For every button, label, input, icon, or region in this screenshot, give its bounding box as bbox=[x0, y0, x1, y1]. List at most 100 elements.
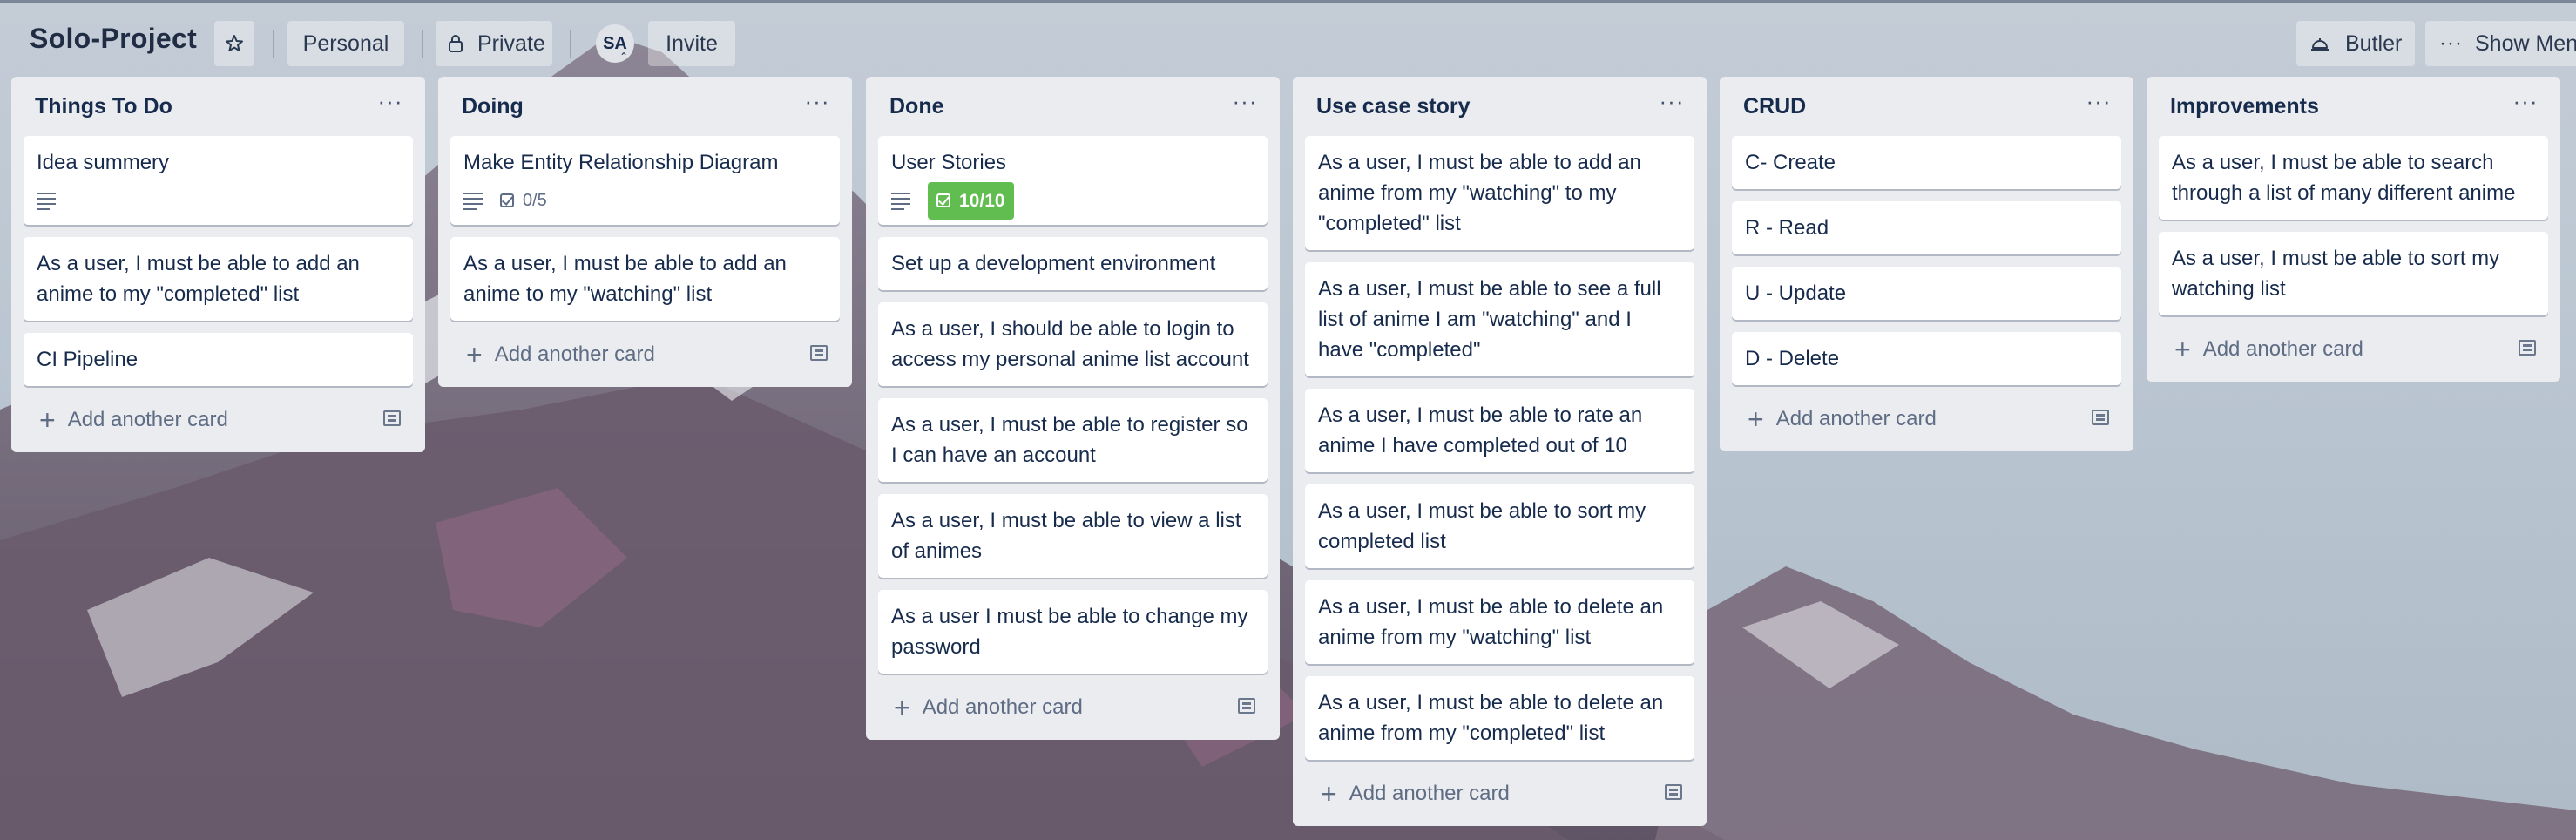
star-button[interactable] bbox=[214, 21, 254, 66]
card-template-icon[interactable] bbox=[1238, 698, 1255, 714]
card-title: As a user, I must be able to register so… bbox=[891, 413, 1248, 467]
list-menu-button[interactable]: ··· bbox=[2510, 90, 2541, 119]
card[interactable]: As a user, I must be able to add an anim… bbox=[24, 237, 413, 321]
list-menu-button[interactable]: ··· bbox=[1229, 88, 1261, 119]
card[interactable]: Set up a development environment bbox=[878, 237, 1268, 290]
list-menu-button[interactable]: ··· bbox=[801, 88, 833, 119]
card-badges bbox=[37, 183, 400, 218]
description-icon bbox=[891, 193, 910, 210]
list-done: Done ··· User Stories 10/10 Set up a dev… bbox=[866, 77, 1280, 740]
card[interactable]: As a user, I must be able to sort my wat… bbox=[2159, 232, 2548, 315]
card[interactable]: R - Read bbox=[1732, 201, 2121, 254]
card[interactable]: Idea summery bbox=[24, 136, 413, 225]
admin-badge-icon: ⌃ bbox=[619, 51, 629, 63]
card[interactable]: Make Entity Relationship Diagram 0/5 bbox=[450, 136, 840, 225]
add-card-button[interactable]: + Add another card bbox=[878, 686, 1268, 729]
show-menu-button[interactable]: ··· Show Menu bbox=[2425, 21, 2576, 66]
card[interactable]: As a user, I must be able to search thro… bbox=[2159, 136, 2548, 220]
card-title: User Stories bbox=[891, 151, 1007, 174]
header-divider bbox=[273, 30, 274, 58]
more-horizontal-icon: ··· bbox=[1232, 88, 1258, 114]
checklist-badge: 0/5 bbox=[500, 186, 547, 216]
card[interactable]: As a user, I must be able to delete an a… bbox=[1305, 676, 1694, 760]
card-title: As a user, I must be able to add an anim… bbox=[1318, 151, 1641, 235]
add-card-button[interactable]: + Add another card bbox=[450, 333, 840, 376]
card[interactable]: As a user, I must be able to add an anim… bbox=[450, 237, 840, 321]
add-card-label: Add another card bbox=[1349, 782, 1510, 805]
plus-icon: + bbox=[39, 404, 56, 436]
plus-icon: + bbox=[466, 339, 483, 370]
card-title: R - Read bbox=[1745, 216, 1829, 240]
workspace-button[interactable]: Personal bbox=[287, 21, 404, 66]
card[interactable]: As a user, I must be able to register so… bbox=[878, 398, 1268, 482]
add-card-button[interactable]: + Add another card bbox=[1732, 397, 2121, 441]
card-template-icon[interactable] bbox=[1665, 784, 1682, 800]
board-header: Solo-Project Personal Private SA ⌃ Invit… bbox=[0, 0, 2576, 77]
description-icon bbox=[37, 193, 56, 210]
card-template-icon[interactable] bbox=[2092, 410, 2109, 425]
checklist-count: 0/5 bbox=[523, 190, 547, 210]
checklist-icon bbox=[500, 193, 514, 207]
add-card-button[interactable]: + Add another card bbox=[24, 398, 413, 442]
card-title: As a user, I must be able to add an anim… bbox=[463, 252, 787, 306]
card-title: Make Entity Relationship Diagram bbox=[463, 151, 779, 174]
butler-button[interactable]: Butler bbox=[2296, 21, 2415, 66]
add-card-label: Add another card bbox=[494, 342, 655, 366]
card[interactable]: As a user, I must be able to delete an a… bbox=[1305, 580, 1694, 664]
plus-icon: + bbox=[1321, 778, 1337, 810]
board-title[interactable]: Solo-Project bbox=[30, 23, 197, 55]
list-title[interactable]: CRUD bbox=[1743, 94, 1806, 119]
visibility-label: Private bbox=[477, 30, 545, 56]
visibility-button[interactable]: Private bbox=[436, 21, 552, 66]
more-horizontal-icon: ··· bbox=[804, 88, 830, 114]
list-title[interactable]: Done bbox=[889, 94, 944, 119]
card-template-icon[interactable] bbox=[2519, 340, 2536, 356]
card-title: As a user, I must be able to view a list… bbox=[891, 509, 1241, 563]
checklist-badge-complete: 10/10 bbox=[928, 181, 1014, 220]
list-title[interactable]: Things To Do bbox=[35, 94, 172, 119]
card[interactable]: As a user, I must be able to see a full … bbox=[1305, 262, 1694, 376]
list-title[interactable]: Improvements bbox=[2170, 94, 2319, 119]
header-divider bbox=[422, 30, 423, 58]
card-template-icon[interactable] bbox=[383, 410, 401, 426]
list-things-to-do: Things To Do ··· Idea summery As a user,… bbox=[11, 77, 425, 452]
card-title: As a user, I must be able to rate an ani… bbox=[1318, 403, 1643, 457]
invite-button[interactable]: Invite bbox=[648, 21, 735, 66]
card[interactable]: As a user, I should be able to login to … bbox=[878, 302, 1268, 386]
card[interactable]: As a user, I must be able to sort my com… bbox=[1305, 484, 1694, 568]
card-title: As a user, I must be able to delete an a… bbox=[1318, 595, 1664, 649]
list-title[interactable]: Use case story bbox=[1316, 94, 1471, 119]
card[interactable]: U - Update bbox=[1732, 267, 2121, 320]
add-card-button[interactable]: + Add another card bbox=[1305, 772, 1694, 816]
list-header: Done ··· bbox=[878, 77, 1268, 136]
more-horizontal-icon: ··· bbox=[2086, 88, 2112, 114]
list-improvements: Improvements ··· As a user, I must be ab… bbox=[2147, 77, 2560, 382]
card[interactable]: As a user I must be able to change my pa… bbox=[878, 590, 1268, 674]
card-title: C- Create bbox=[1745, 151, 1836, 174]
card[interactable]: As a user, I must be able to add an anim… bbox=[1305, 136, 1694, 250]
card-title: As a user, I must be able to sort my wat… bbox=[2172, 247, 2500, 301]
add-card-label: Add another card bbox=[2202, 337, 2363, 361]
card-title: Set up a development environment bbox=[891, 252, 1216, 275]
card[interactable]: As a user, I must be able to rate an ani… bbox=[1305, 389, 1694, 472]
list-menu-button[interactable]: ··· bbox=[375, 88, 406, 119]
card-badges: 10/10 bbox=[891, 181, 1254, 220]
more-horizontal-icon: ··· bbox=[377, 88, 403, 114]
card[interactable]: CI Pipeline bbox=[24, 333, 413, 386]
card-template-icon[interactable] bbox=[810, 345, 828, 361]
card[interactable]: User Stories 10/10 bbox=[878, 136, 1268, 225]
list-crud: CRUD ··· C- Create R - Read U - Update D… bbox=[1720, 77, 2133, 451]
card-title: As a user, I must be able to search thro… bbox=[2172, 151, 2516, 205]
card-title: U - Update bbox=[1745, 281, 1847, 305]
card-title: As a user, I must be able to delete an a… bbox=[1318, 691, 1664, 745]
card[interactable]: D - Delete bbox=[1732, 332, 2121, 385]
list-header: Use case story ··· bbox=[1305, 77, 1694, 136]
card[interactable]: C- Create bbox=[1732, 136, 2121, 189]
list-menu-button[interactable]: ··· bbox=[2083, 88, 2114, 119]
member-avatar[interactable]: SA bbox=[596, 24, 634, 63]
list-menu-button[interactable]: ··· bbox=[1656, 90, 1687, 119]
add-card-button[interactable]: + Add another card bbox=[2159, 328, 2548, 371]
card-title: As a user, I must be able to add an anim… bbox=[37, 252, 360, 306]
list-title[interactable]: Doing bbox=[462, 94, 524, 119]
card[interactable]: As a user, I must be able to view a list… bbox=[878, 494, 1268, 578]
